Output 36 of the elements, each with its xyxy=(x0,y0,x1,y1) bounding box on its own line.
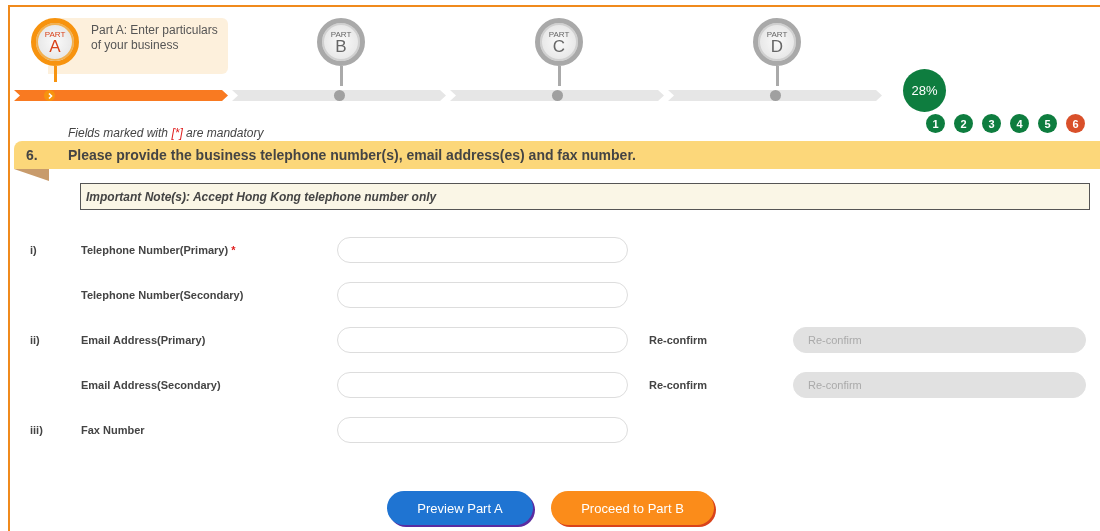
preview-button[interactable]: Preview Part A xyxy=(387,491,533,525)
section-number[interactable]: 4 xyxy=(1010,114,1029,133)
field-label: Fax Number xyxy=(81,424,145,436)
question-text: Please provide the business telephone number(s), email address(es) and fax number. xyxy=(68,147,636,163)
section-number[interactable]: 3 xyxy=(982,114,1001,133)
section-number[interactable]: 5 xyxy=(1038,114,1057,133)
input-field[interactable] xyxy=(337,372,628,398)
step-knob xyxy=(333,90,345,101)
important-note: Important Note(s): Accept Hong Kong telephone number only xyxy=(80,183,1090,210)
field-label: Re-confirm xyxy=(649,334,708,346)
field-label: Telephone Number(Primary) * xyxy=(81,244,236,256)
field-label: Re-confirm xyxy=(649,379,708,391)
step-circle[interactable]: PART A xyxy=(31,18,79,66)
section-number[interactable]: 6 xyxy=(1066,114,1085,133)
input-field[interactable] xyxy=(337,282,628,308)
input-field[interactable] xyxy=(337,327,628,353)
question-number: 6. xyxy=(25,147,39,163)
mandatory-note: Fields marked with [*] are mandatory xyxy=(68,126,264,140)
item-index: i) xyxy=(30,244,37,256)
item-index: ii) xyxy=(30,334,40,346)
step-caption: Part A: Enter particulars of your business xyxy=(91,23,219,53)
section-number[interactable]: 1 xyxy=(926,114,945,133)
field-label: Email Address(Secondary) xyxy=(81,379,221,391)
progress-percentage: 28% xyxy=(903,68,946,112)
step-circle[interactable]: PART D xyxy=(753,18,801,66)
input-field[interactable] xyxy=(337,237,628,263)
step-knob xyxy=(769,90,781,101)
input-field[interactable] xyxy=(337,417,628,443)
step-circle[interactable]: PART B xyxy=(317,18,365,66)
step-circle[interactable]: PART C xyxy=(535,18,583,66)
section-number[interactable]: 2 xyxy=(954,114,973,133)
item-index: iii) xyxy=(30,424,43,436)
chevron-icon xyxy=(44,90,55,101)
step-knob xyxy=(551,90,563,101)
field-label: Telephone Number(Secondary) xyxy=(81,289,244,301)
field-label: Email Address(Primary) xyxy=(81,334,206,346)
